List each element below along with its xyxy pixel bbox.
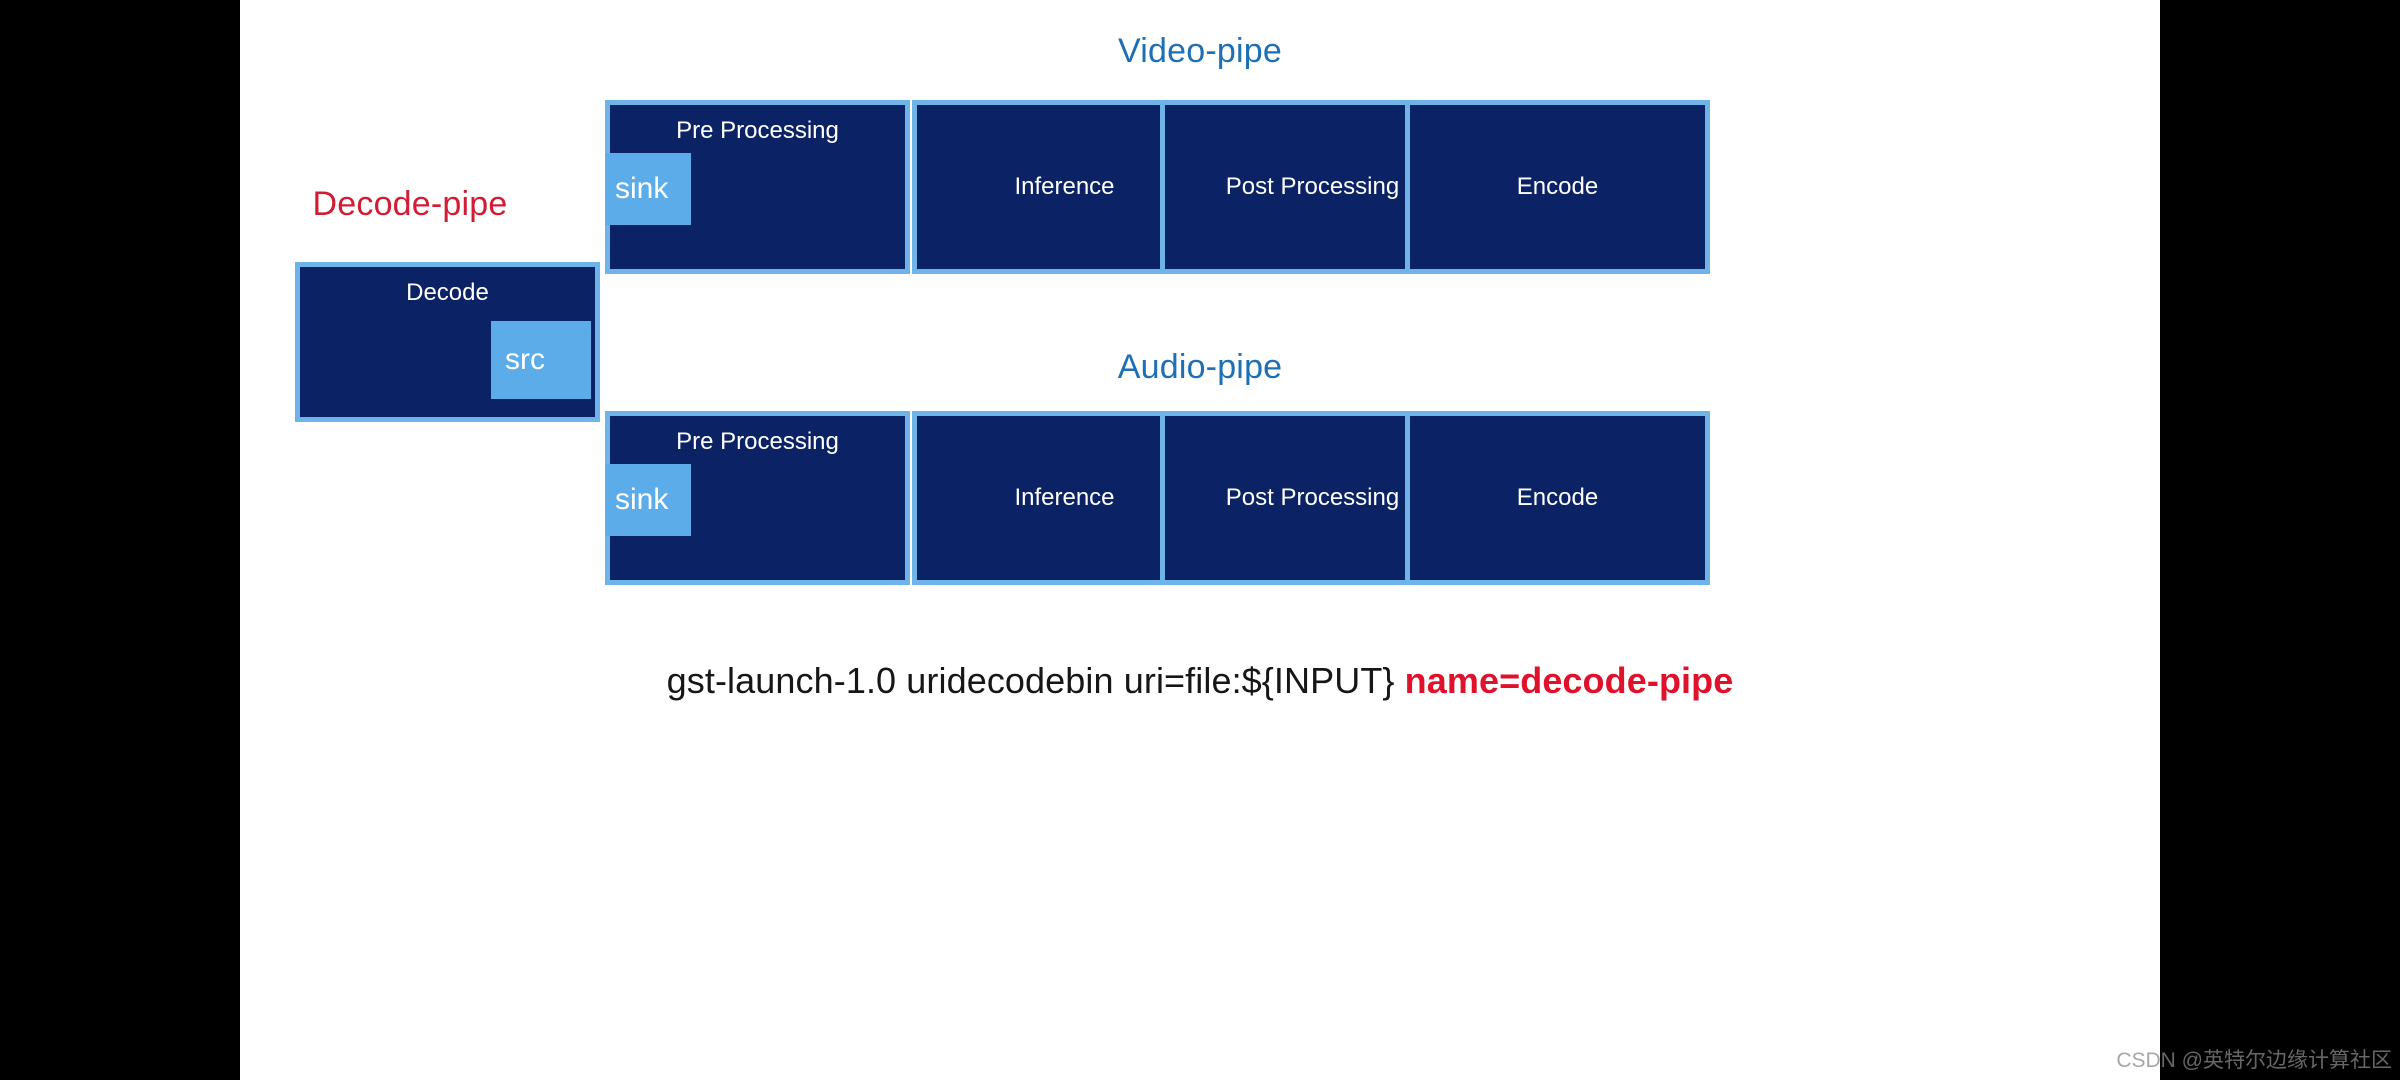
slide-canvas: Video-pipe Decode-pipe Decode src Pre Pr…: [0, 0, 2400, 1080]
letterbox-bar-left: [0, 0, 240, 1080]
audio-pre-processing-sink-pad[interactable]: sink: [605, 464, 691, 536]
video-pre-processing-label: Pre Processing: [676, 117, 839, 144]
video-pre-processing-sink-pad[interactable]: sink: [605, 153, 691, 225]
audio-pre-processing-box[interactable]: Pre Processing sink: [605, 411, 910, 585]
decode-box-label: Decode: [406, 279, 489, 306]
decode-pipe-title: Decode-pipe: [312, 185, 508, 223]
video-pre-processing-box[interactable]: Pre Processing sink: [605, 100, 910, 274]
command-highlight-text: name=decode-pipe: [1404, 660, 1734, 701]
csdn-watermark: CSDN @英特尔边缘计算社区: [2116, 1049, 2392, 1072]
video-encode-label: Encode: [1516, 173, 1599, 200]
video-encode-box[interactable]: Encode: [1405, 100, 1710, 274]
decode-box[interactable]: Decode src: [295, 262, 600, 422]
slide-content-area: Video-pipe Decode-pipe Decode src Pre Pr…: [240, 0, 2160, 1080]
video-pipe-title: Video-pipe: [1118, 32, 1282, 70]
letterbox-bar-right: [2160, 0, 2400, 1080]
gst-launch-command: gst-launch-1.0 uridecodebin uri=file:${I…: [240, 660, 2160, 702]
audio-pipe-title: Audio-pipe: [1117, 348, 1283, 386]
command-plain-text: gst-launch-1.0 uridecodebin uri=file:${I…: [666, 660, 1405, 701]
audio-pre-processing-label: Pre Processing: [676, 428, 839, 455]
audio-encode-label: Encode: [1516, 484, 1599, 511]
audio-encode-box[interactable]: Encode: [1405, 411, 1710, 585]
